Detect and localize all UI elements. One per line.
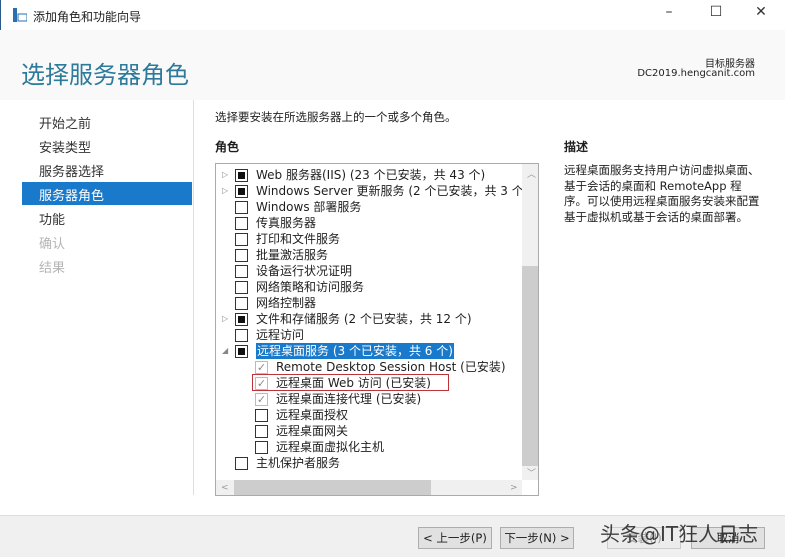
- role-checkbox[interactable]: [235, 345, 248, 358]
- role-checkbox[interactable]: [235, 265, 248, 278]
- window-title: 添加角色和功能向导: [33, 10, 142, 24]
- page-title: 选择服务器角色: [21, 61, 189, 89]
- role-checkbox[interactable]: [235, 201, 248, 214]
- horizontal-scroll-thumb[interactable]: [234, 480, 431, 495]
- role-label: 远程访问: [256, 328, 305, 342]
- role-label: 远程桌面授权: [276, 408, 349, 422]
- role-checkbox[interactable]: [235, 313, 248, 326]
- collapse-icon[interactable]: ◢: [222, 343, 230, 359]
- maximize-button[interactable]: ☐: [696, 4, 736, 26]
- nav-item[interactable]: 开始之前: [22, 110, 192, 133]
- role-label: Windows 部署服务: [256, 200, 362, 214]
- title-bar: 添加角色和功能向导 – ☐ ✕: [0, 0, 785, 30]
- role-checkbox[interactable]: [235, 217, 248, 230]
- description-header: 描述: [564, 140, 589, 154]
- highlight-box: [252, 374, 449, 391]
- description-text: 远程桌面服务支持用户访问虚拟桌面、基于会话的桌面和 RemoteApp 程序。可…: [564, 163, 760, 224]
- previous-button[interactable]: < 上一步(P): [418, 527, 492, 549]
- role-checkbox[interactable]: ✓: [255, 361, 268, 374]
- role-checkbox[interactable]: [235, 249, 248, 262]
- role-label: 远程桌面虚拟化主机: [276, 440, 385, 454]
- role-label: Remote Desktop Session Host (已安装): [276, 360, 506, 374]
- nav-item[interactable]: 安装类型: [22, 134, 192, 157]
- role-checkbox[interactable]: [235, 233, 248, 246]
- expand-icon[interactable]: ▷: [222, 183, 230, 199]
- role-label: 远程桌面网关: [276, 424, 349, 438]
- role-label: 远程桌面服务 (3 个已安装，共 6 个): [256, 343, 454, 359]
- minimize-button[interactable]: –: [649, 4, 689, 26]
- role-checkbox[interactable]: [255, 441, 268, 454]
- nav-item: 确认: [39, 237, 66, 252]
- close-button[interactable]: ✕: [741, 4, 781, 26]
- instruction-text: 选择要安装在所选服务器上的一个或多个角色。: [215, 110, 457, 124]
- role-label: 远程桌面连接代理 (已安装): [276, 392, 422, 406]
- nav-item[interactable]: 服务器角色: [22, 182, 192, 205]
- role-label: 主机保护者服务: [256, 456, 341, 470]
- scroll-left-icon[interactable]: <: [221, 483, 229, 493]
- divider: [193, 100, 194, 495]
- nav-item: 结果: [39, 261, 66, 276]
- role-checkbox[interactable]: [255, 409, 268, 422]
- nav-item[interactable]: 服务器选择: [22, 158, 192, 181]
- role-checkbox[interactable]: [235, 329, 248, 342]
- scroll-right-icon[interactable]: >: [510, 483, 518, 493]
- next-button[interactable]: 下一步(N) >: [500, 527, 574, 549]
- expand-icon[interactable]: ▷: [222, 311, 230, 327]
- role-checkbox[interactable]: [235, 457, 248, 470]
- role-checkbox[interactable]: [235, 185, 248, 198]
- role-label: 打印和文件服务: [256, 232, 341, 246]
- role-label: 网络控制器: [256, 296, 317, 310]
- role-label: 网络策略和访问服务: [256, 280, 365, 294]
- watermark: 头条@IT狂人日志: [600, 522, 759, 546]
- role-checkbox[interactable]: [235, 281, 248, 294]
- role-label: Windows Server 更新服务 (2 个已安装，共 3 个): [256, 184, 529, 198]
- expand-icon[interactable]: ▷: [222, 167, 230, 183]
- role-label: 传真服务器: [256, 216, 317, 230]
- app-icon: [13, 8, 27, 22]
- role-label: 文件和存储服务 (2 个已安装，共 12 个): [256, 312, 472, 326]
- role-label: 批量激活服务: [256, 248, 329, 262]
- target-server-name: DC2019.hengcanit.com: [637, 68, 755, 79]
- role-checkbox[interactable]: [235, 297, 248, 310]
- role-checkbox[interactable]: ✓: [255, 393, 268, 406]
- scroll-up-icon[interactable]: ︿: [527, 167, 536, 180]
- scroll-down-icon[interactable]: ﹀: [527, 466, 536, 479]
- vertical-scroll-thumb[interactable]: [522, 266, 538, 466]
- nav-item[interactable]: 功能: [22, 206, 192, 229]
- roles-header: 角色: [215, 140, 240, 154]
- roles-tree[interactable]: 主机保护者服务 远程桌面虚拟化主机 远程桌面网关 远程桌面授权 ✓ 远程桌面连接代理 (已…: [215, 163, 539, 496]
- role-label: 设备运行状况证明: [256, 264, 353, 278]
- role-checkbox[interactable]: [255, 425, 268, 438]
- role-checkbox[interactable]: [235, 169, 248, 182]
- role-label: Web 服务器(IIS) (23 个已安装，共 43 个): [256, 168, 486, 182]
